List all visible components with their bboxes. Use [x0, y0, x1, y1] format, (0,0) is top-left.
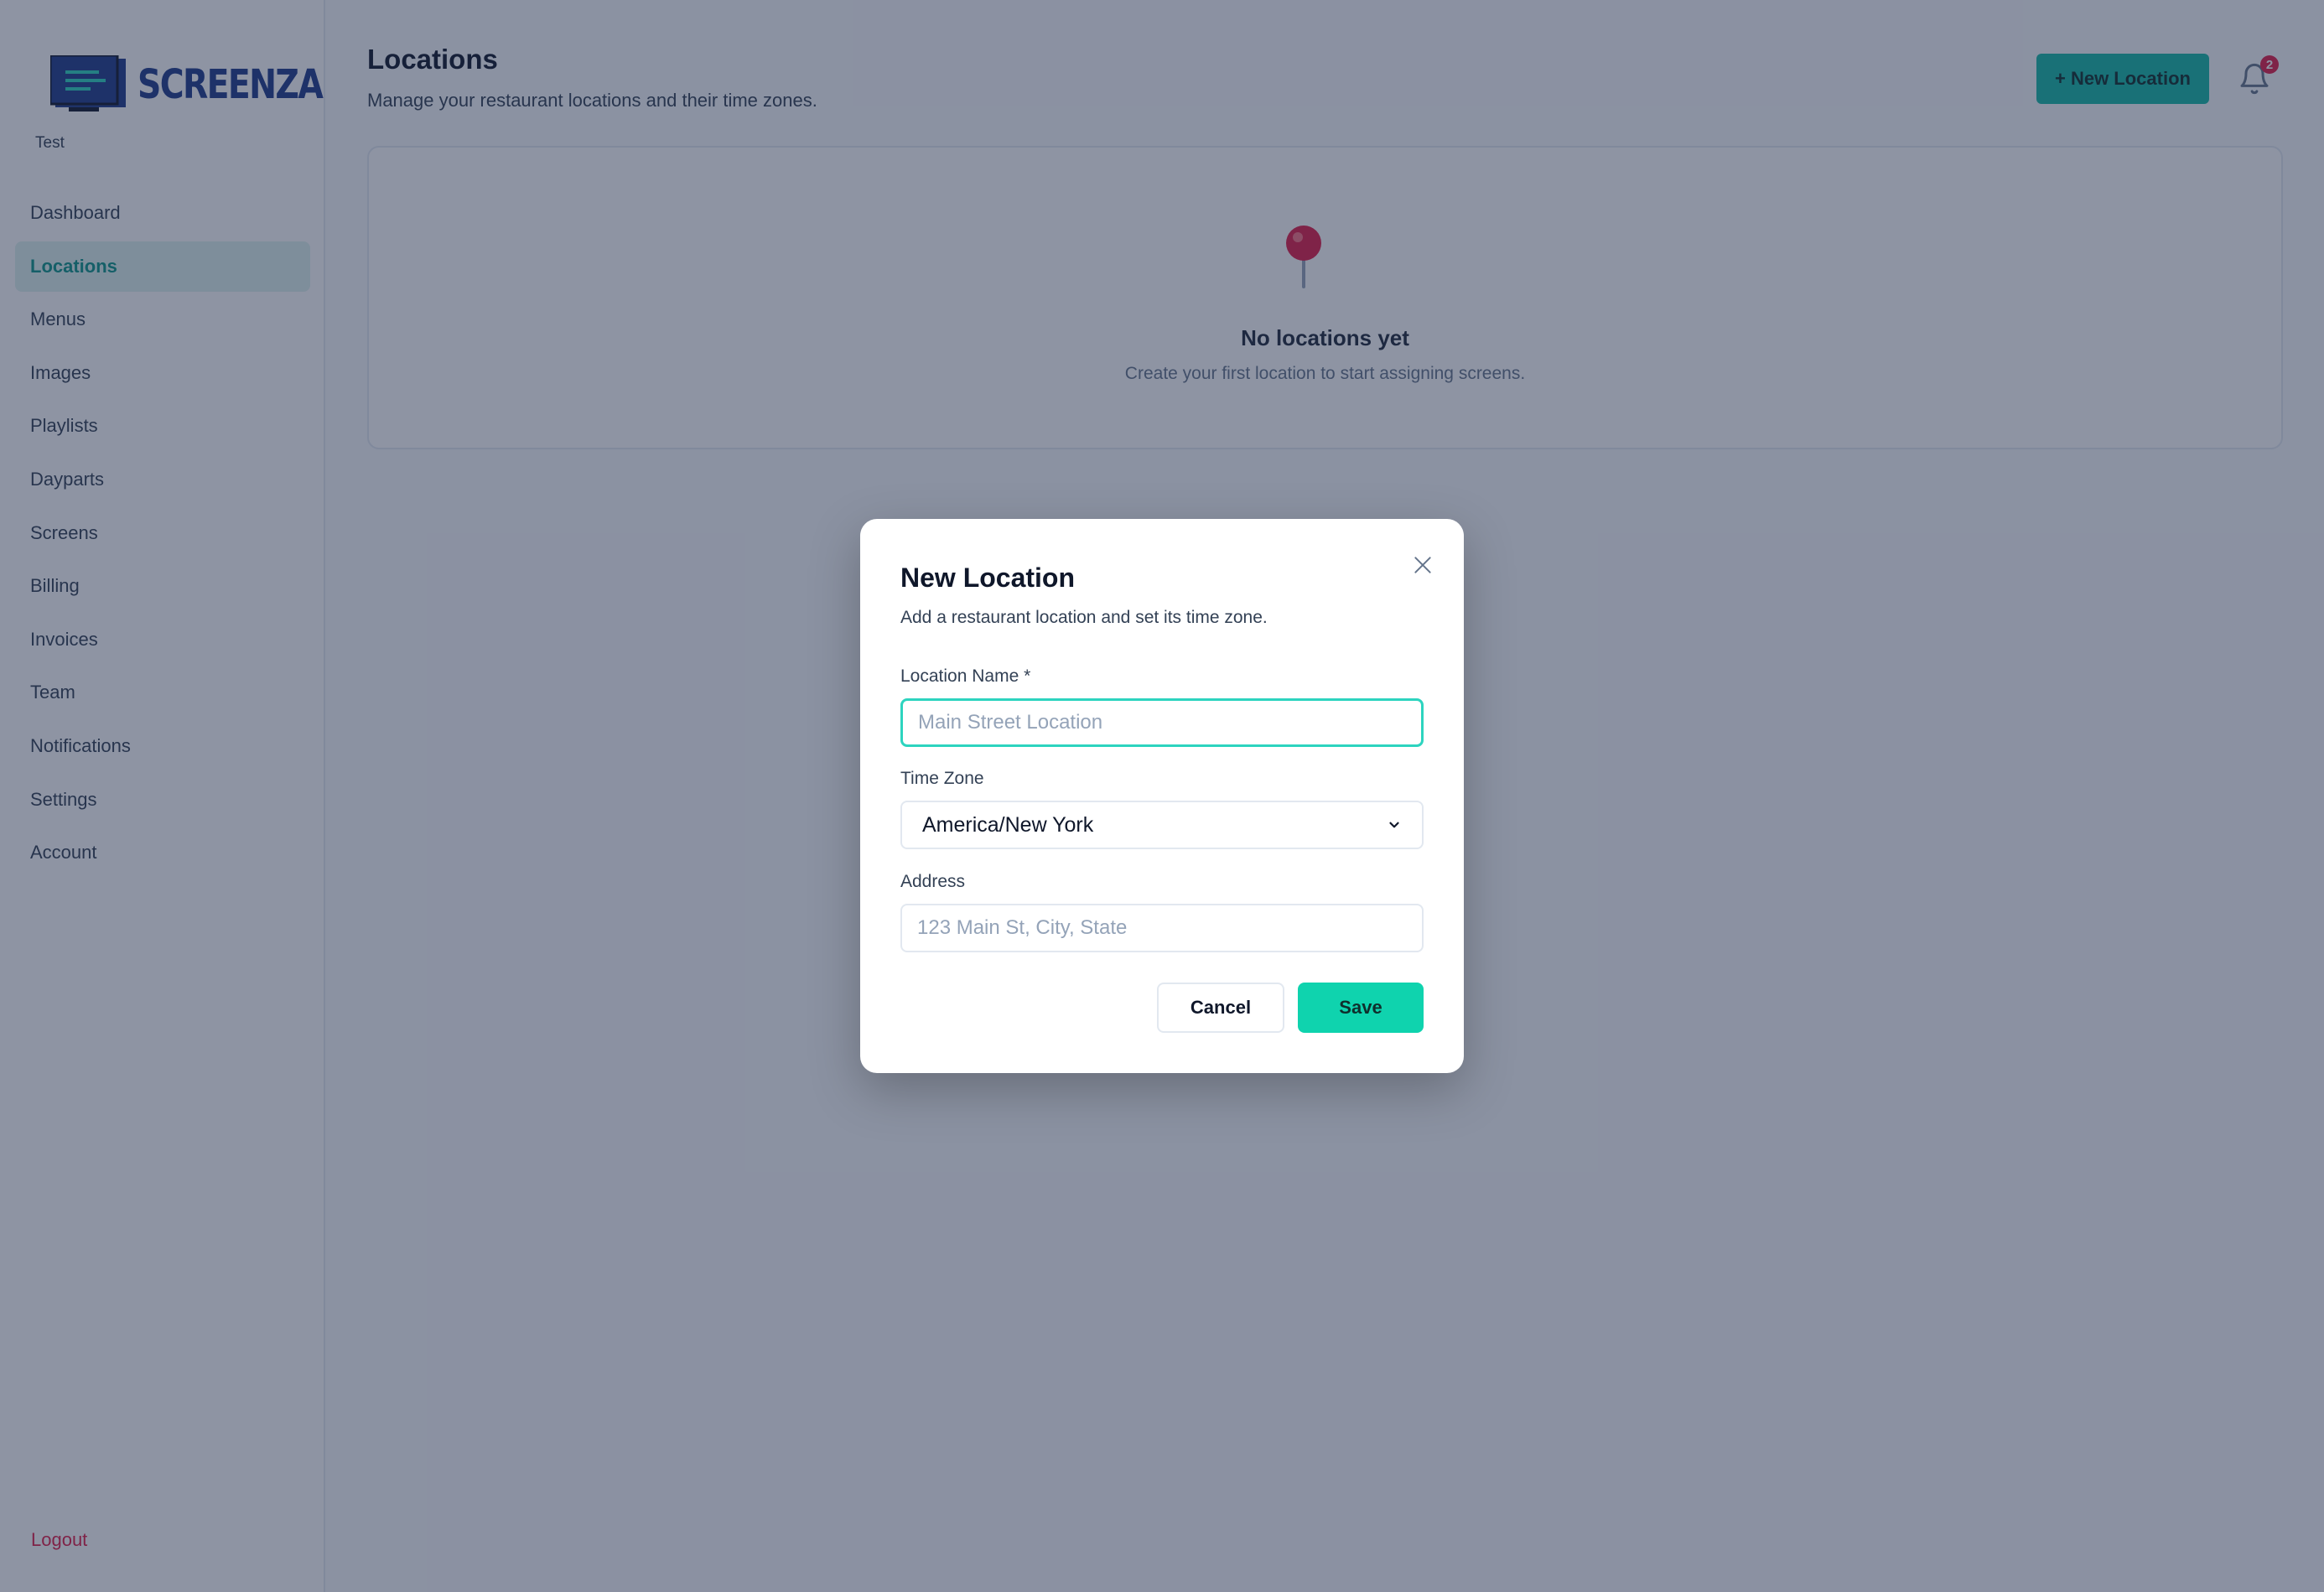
location-name-label: Location Name * — [900, 666, 1031, 686]
chevron-down-icon — [1389, 822, 1399, 828]
dialog-title: New Location — [900, 563, 1076, 593]
cancel-button[interactable]: Cancel — [1157, 983, 1284, 1033]
time-zone-value: America/New York — [922, 812, 1094, 837]
address-label: Address — [900, 872, 966, 891]
close-button[interactable] — [1405, 547, 1440, 583]
time-zone-label: Time Zone — [900, 769, 984, 788]
location-name-input[interactable] — [900, 698, 1424, 747]
dialog-description: Add a restaurant location and set its ti… — [900, 608, 1268, 627]
address-input[interactable] — [900, 904, 1424, 952]
save-button[interactable]: Save — [1298, 983, 1424, 1033]
new-location-dialog: New Location Add a restaurant location a… — [860, 519, 1464, 1073]
close-icon — [1414, 557, 1431, 573]
time-zone-select[interactable]: America/New York — [900, 801, 1424, 849]
